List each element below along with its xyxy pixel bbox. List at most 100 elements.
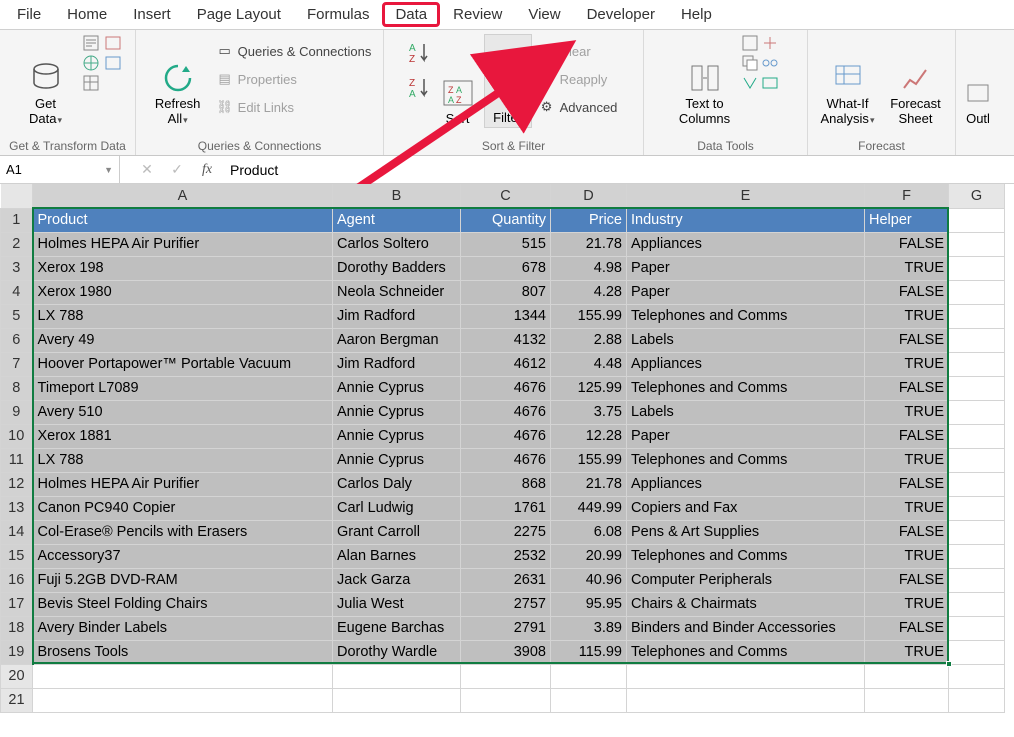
- cell[interactable]: 115.99: [551, 640, 627, 664]
- tab-pagelayout[interactable]: Page Layout: [184, 2, 294, 27]
- existing-conn-icon[interactable]: [104, 54, 122, 72]
- cell[interactable]: 2631: [461, 568, 551, 592]
- cell[interactable]: 2275: [461, 520, 551, 544]
- cell[interactable]: [949, 448, 1005, 472]
- cell[interactable]: Eugene Barchas: [333, 616, 461, 640]
- cell[interactable]: 12.28: [551, 424, 627, 448]
- row-header[interactable]: 12: [1, 472, 33, 496]
- row-header[interactable]: 1: [1, 208, 33, 232]
- cell[interactable]: Binders and Binder Accessories: [627, 616, 865, 640]
- cell[interactable]: Brosens Tools: [33, 640, 333, 664]
- cell[interactable]: 1761: [461, 496, 551, 520]
- from-table-icon[interactable]: [82, 74, 100, 92]
- cell[interactable]: Computer Peripherals: [627, 568, 865, 592]
- cell[interactable]: [949, 232, 1005, 256]
- cell[interactable]: [949, 328, 1005, 352]
- cell[interactable]: 20.99: [551, 544, 627, 568]
- col-header-B[interactable]: B: [333, 184, 461, 208]
- cell[interactable]: Annie Cyprus: [333, 424, 461, 448]
- cell[interactable]: Telephones and Comms: [627, 544, 865, 568]
- text-to-columns-button[interactable]: Text to Columns: [673, 34, 737, 128]
- cell[interactable]: Bevis Steel Folding Chairs: [33, 592, 333, 616]
- col-header-F[interactable]: F: [865, 184, 949, 208]
- cell[interactable]: 3.75: [551, 400, 627, 424]
- cell[interactable]: TRUE: [865, 592, 949, 616]
- cell[interactable]: Labels: [627, 328, 865, 352]
- row-header[interactable]: 3: [1, 256, 33, 280]
- cell[interactable]: [865, 664, 949, 688]
- cell[interactable]: 4676: [461, 424, 551, 448]
- whatif-button[interactable]: What-If Analysis▾: [816, 34, 880, 128]
- cell[interactable]: 4676: [461, 400, 551, 424]
- cell[interactable]: [949, 544, 1005, 568]
- row-header[interactable]: 5: [1, 304, 33, 328]
- cell[interactable]: 4676: [461, 376, 551, 400]
- cell[interactable]: Annie Cyprus: [333, 448, 461, 472]
- row-header[interactable]: 6: [1, 328, 33, 352]
- advanced-filter-button[interactable]: ⚙Advanced: [536, 94, 620, 120]
- tab-home[interactable]: Home: [54, 2, 120, 27]
- cell[interactable]: Xerox 198: [33, 256, 333, 280]
- outline-button[interactable]: Outl: [960, 34, 996, 128]
- cell[interactable]: FALSE: [865, 424, 949, 448]
- cell[interactable]: [627, 688, 865, 712]
- cell[interactable]: 21.78: [551, 232, 627, 256]
- tab-insert[interactable]: Insert: [120, 2, 184, 27]
- cell[interactable]: 868: [461, 472, 551, 496]
- clear-filter-button[interactable]: ⌧Clear: [536, 38, 620, 64]
- cell[interactable]: Avery 49: [33, 328, 333, 352]
- row-header[interactable]: 14: [1, 520, 33, 544]
- cell[interactable]: Appliances: [627, 352, 865, 376]
- row-header[interactable]: 4: [1, 280, 33, 304]
- cell[interactable]: 515: [461, 232, 551, 256]
- cell[interactable]: 807: [461, 280, 551, 304]
- cell[interactable]: 4676: [461, 448, 551, 472]
- cell[interactable]: Jim Radford: [333, 352, 461, 376]
- cell[interactable]: Telephones and Comms: [627, 448, 865, 472]
- cell[interactable]: [949, 304, 1005, 328]
- cell[interactable]: [461, 664, 551, 688]
- cell[interactable]: [333, 664, 461, 688]
- cell[interactable]: Jack Garza: [333, 568, 461, 592]
- cell[interactable]: FALSE: [865, 616, 949, 640]
- cell[interactable]: TRUE: [865, 496, 949, 520]
- row-header[interactable]: 7: [1, 352, 33, 376]
- filter-button[interactable]: Filter: [484, 34, 532, 128]
- cell[interactable]: Telephones and Comms: [627, 640, 865, 664]
- cell[interactable]: Accessory37: [33, 544, 333, 568]
- cell[interactable]: Hoover Portapower™ Portable Vacuum: [33, 352, 333, 376]
- formula-input[interactable]: Product: [222, 162, 1014, 178]
- cell[interactable]: Alan Barnes: [333, 544, 461, 568]
- row-header[interactable]: 10: [1, 424, 33, 448]
- cell[interactable]: 6.08: [551, 520, 627, 544]
- cell[interactable]: 40.96: [551, 568, 627, 592]
- cell[interactable]: Pens & Art Supplies: [627, 520, 865, 544]
- cell[interactable]: 4132: [461, 328, 551, 352]
- cell[interactable]: FALSE: [865, 328, 949, 352]
- cell[interactable]: Appliances: [627, 472, 865, 496]
- cell[interactable]: [949, 376, 1005, 400]
- cell[interactable]: Xerox 1980: [33, 280, 333, 304]
- cell[interactable]: [461, 688, 551, 712]
- cell[interactable]: [865, 688, 949, 712]
- cell[interactable]: [33, 664, 333, 688]
- cell[interactable]: 95.95: [551, 592, 627, 616]
- cell[interactable]: [949, 256, 1005, 280]
- row-header[interactable]: 13: [1, 496, 33, 520]
- properties-button[interactable]: ▤Properties: [214, 66, 374, 92]
- cell[interactable]: 125.99: [551, 376, 627, 400]
- recent-sources-icon[interactable]: [104, 34, 122, 52]
- cell[interactable]: 678: [461, 256, 551, 280]
- cell[interactable]: [551, 664, 627, 688]
- cell[interactable]: Dorothy Badders: [333, 256, 461, 280]
- cell[interactable]: [551, 688, 627, 712]
- col-header-D[interactable]: D: [551, 184, 627, 208]
- cell[interactable]: [949, 640, 1005, 664]
- cell[interactable]: 155.99: [551, 448, 627, 472]
- cell[interactable]: Product: [33, 208, 333, 232]
- row-header[interactable]: 17: [1, 592, 33, 616]
- spreadsheet-grid[interactable]: A B C D E F G 1 Product Agent Quantity P…: [0, 184, 1014, 713]
- cell[interactable]: 4.28: [551, 280, 627, 304]
- cell[interactable]: Jim Radford: [333, 304, 461, 328]
- cell[interactable]: Xerox 1881: [33, 424, 333, 448]
